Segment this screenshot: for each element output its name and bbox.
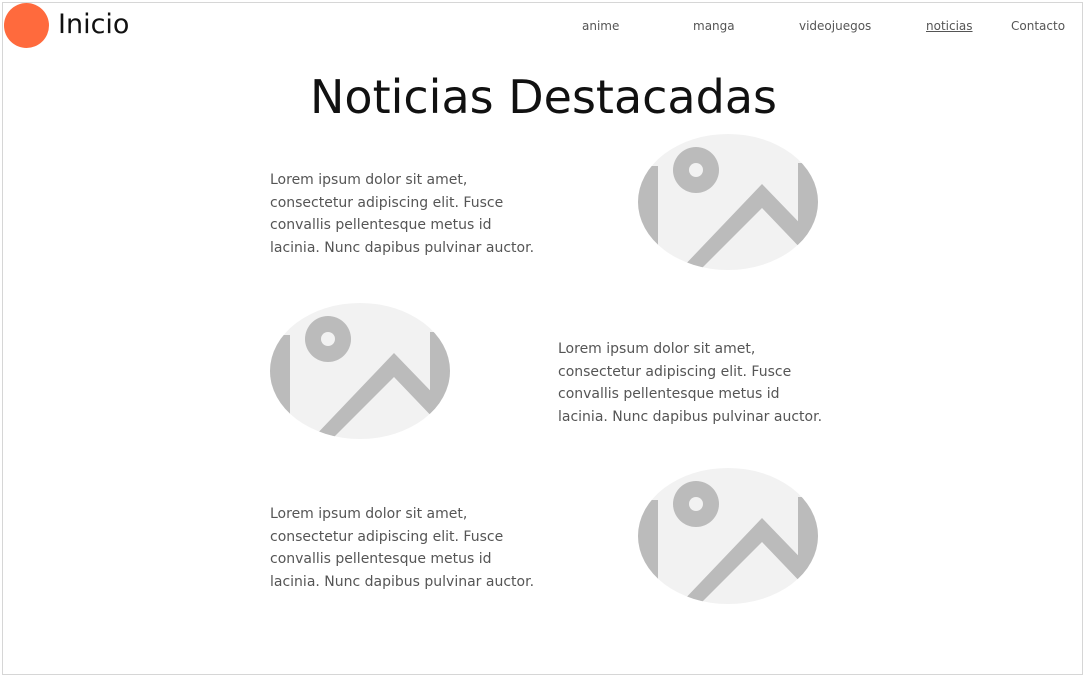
article-2-text: Lorem ipsum dolor sit amet, consectetur … [558,341,823,425]
article-2-image [270,303,450,439]
article-1-text: Lorem ipsum dolor sit amet, consectetur … [270,172,535,256]
nav-contacto[interactable]: Contacto [1011,18,1065,36]
nav-anime[interactable]: anime [582,18,619,36]
image-placeholder-icon [638,147,818,270]
nav-noticias[interactable]: noticias [926,18,973,36]
home-link[interactable]: Inicio [58,7,129,43]
article-3-image [638,468,818,604]
nav-videojuegos[interactable]: videojuegos [799,18,871,36]
article-1-image [638,134,818,270]
page-title: Noticias Destacadas [310,70,777,124]
site-header: Inicio anime manga videojuegos noticias … [0,0,1087,50]
nav-manga[interactable]: manga [693,18,735,36]
image-placeholder-icon [270,316,450,439]
article-3-text: Lorem ipsum dolor sit amet, consectetur … [270,506,535,590]
logo-circle[interactable] [4,3,49,48]
image-placeholder-icon [638,481,818,604]
